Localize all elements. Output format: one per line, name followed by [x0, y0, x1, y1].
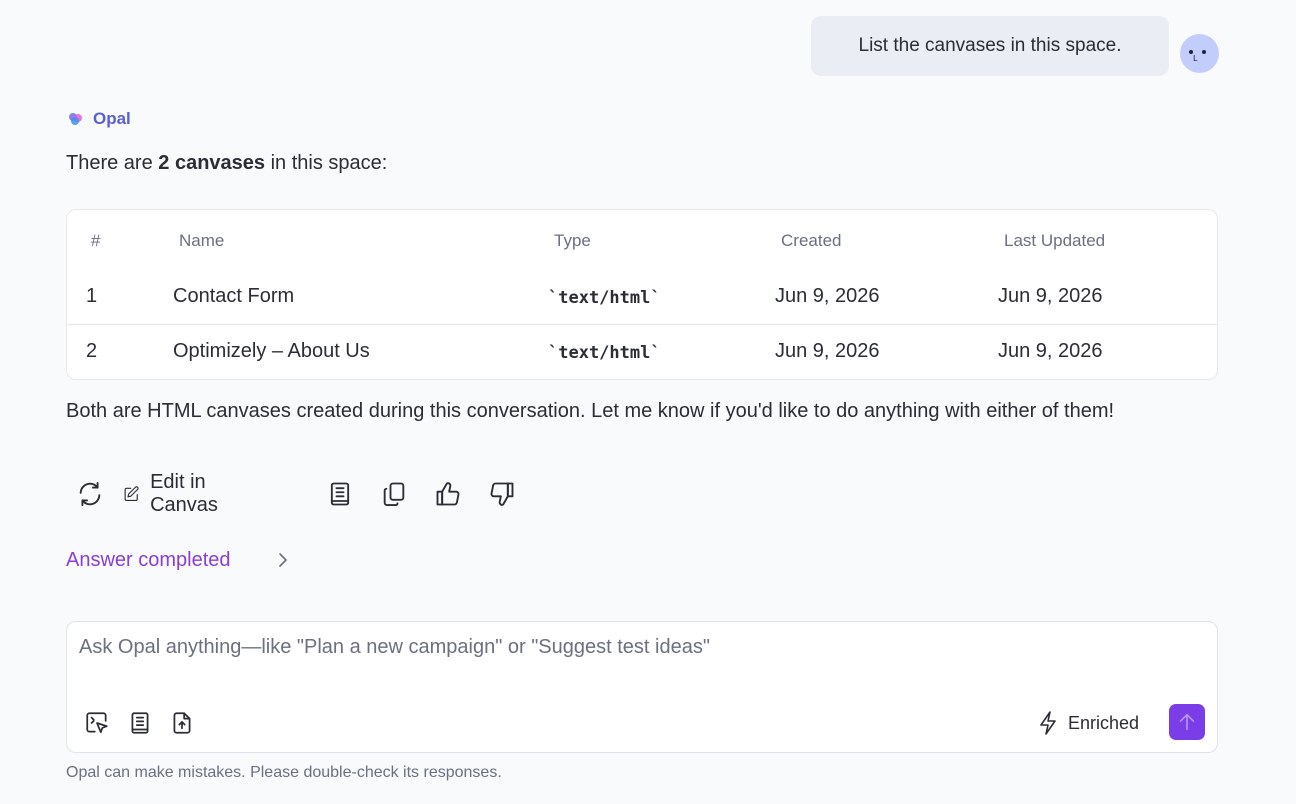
copy-icon — [383, 482, 405, 507]
dislike-button[interactable] — [488, 478, 516, 510]
cell-name: Optimizely – About Us — [173, 340, 370, 362]
answer-status-text: Answer completed — [66, 548, 231, 571]
cell-last-updated: Jun 9, 2026 — [998, 285, 1103, 307]
avatar-nose: L — [1193, 54, 1198, 63]
file-upload-icon — [173, 712, 191, 734]
send-button[interactable] — [1169, 704, 1205, 740]
refresh-icon — [79, 481, 101, 507]
save-to-notebook-button[interactable] — [326, 478, 354, 510]
copy-button[interactable] — [380, 478, 408, 510]
intro-bold: 2 canvases — [158, 152, 266, 174]
regenerate-button[interactable] — [76, 478, 104, 510]
thumbs-down-icon — [490, 482, 514, 506]
cell-created: Jun 9, 2026 — [775, 285, 880, 307]
pencil-square-icon — [124, 486, 139, 501]
cell-created: Jun 9, 2026 — [775, 340, 880, 362]
table-row: 2 Optimizely – About Us `text/html` Jun … — [67, 325, 1217, 379]
assistant-intro: There are 2 canvases in this space: — [66, 152, 387, 175]
message-composer: Enriched — [66, 621, 1218, 753]
assistant-label: Opal — [67, 107, 131, 131]
arrow-up-icon — [1179, 713, 1195, 731]
select-element-icon — [86, 712, 108, 734]
like-button[interactable] — [434, 478, 462, 510]
edit-in-canvas-label: Edit in Canvas — [150, 471, 218, 516]
column-header-number: # — [91, 231, 101, 250]
column-header-created: Created — [781, 231, 842, 250]
mode-selector[interactable]: Enriched — [1037, 708, 1139, 738]
notebook-icon — [131, 712, 149, 734]
assistant-name: Opal — [93, 109, 131, 128]
cell-number: 2 — [86, 340, 98, 362]
chat-page: List the canvases in this space. L Opal … — [0, 0, 1296, 804]
user-avatar[interactable]: L — [1180, 34, 1219, 73]
avatar-eye-right — [1202, 50, 1206, 54]
canvases-table: # Name Type Created Last Updated 1 Conta… — [66, 209, 1218, 380]
chat-input[interactable] — [79, 636, 1199, 676]
disclaimer-text: Opal can make mistakes. Please double-ch… — [66, 764, 502, 781]
column-header-name: Name — [179, 231, 225, 250]
file-upload-button[interactable] — [168, 709, 196, 737]
table-row: 1 Contact Form `text/html` Jun 9, 2026 J… — [67, 270, 1217, 325]
edit-in-canvas-button[interactable]: Edit in Canvas — [123, 471, 229, 516]
intro-suffix: in this space: — [265, 152, 388, 174]
column-header-type: Type — [554, 231, 591, 250]
mode-label: Enriched — [1068, 712, 1140, 733]
cell-last-updated: Jun 9, 2026 — [998, 340, 1103, 362]
user-message-text: List the canvases in this space. — [858, 35, 1122, 56]
thumbs-up-icon — [436, 482, 460, 506]
assistant-outro: Both are HTML canvases created during th… — [66, 400, 1115, 422]
cell-name: Contact Form — [173, 285, 295, 307]
cell-number: 1 — [86, 285, 98, 307]
user-message-bubble: List the canvases in this space. — [811, 16, 1169, 76]
opal-logo-icon — [69, 113, 82, 125]
answer-status-toggle[interactable]: Answer completed — [66, 546, 287, 574]
cell-type: `text/html` — [548, 343, 661, 363]
select-element-button[interactable] — [83, 709, 111, 737]
column-header-last-updated: Last Updated — [1004, 231, 1106, 250]
chevron-right-icon — [279, 553, 287, 567]
lightning-icon — [1040, 711, 1056, 735]
intro-prefix: There are — [66, 152, 159, 174]
cell-type: `text/html` — [548, 288, 661, 308]
notebook-button[interactable] — [126, 709, 154, 737]
notebook-icon — [330, 482, 350, 506]
